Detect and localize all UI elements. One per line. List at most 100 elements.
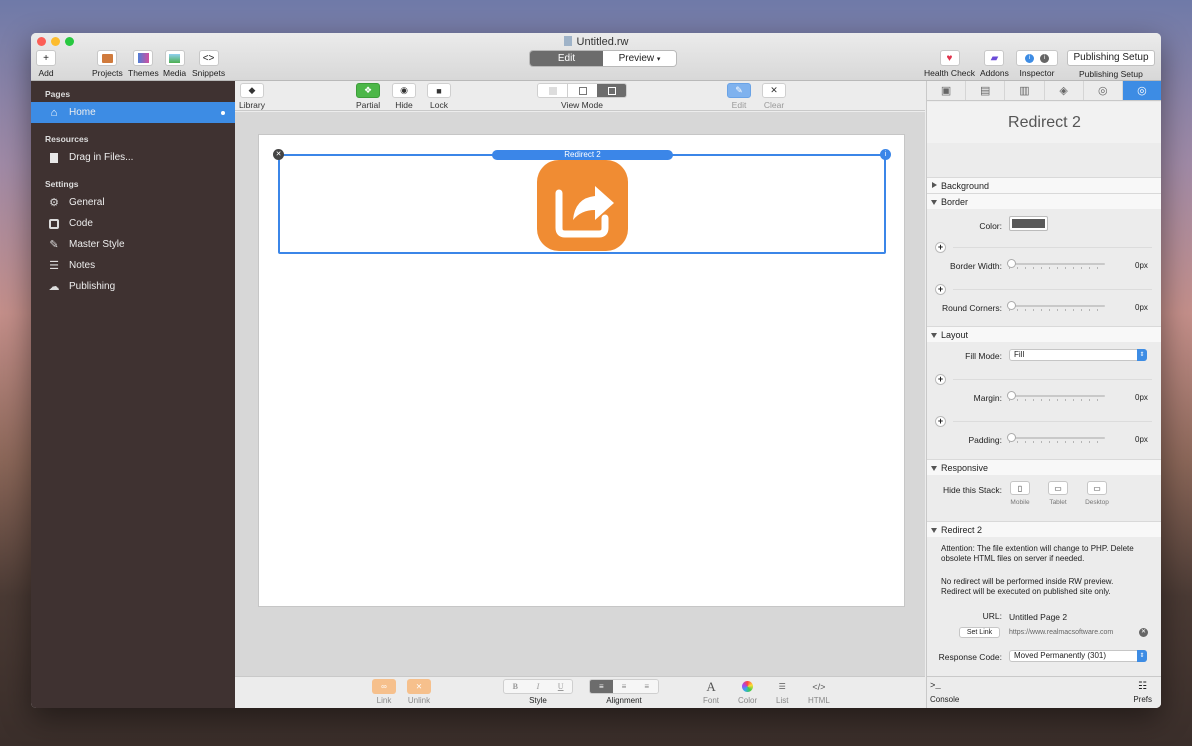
tab-page-icon[interactable]: ▤: [966, 81, 1006, 100]
addons-button[interactable]: ▰ Addons: [980, 50, 1009, 78]
lock-button[interactable]: ■ Lock: [427, 83, 451, 110]
url-value: Untitled Page 2: [1009, 612, 1068, 622]
color-label: Color:: [979, 221, 1002, 231]
redirect-stack[interactable]: Redirect 2 ✕ i: [273, 149, 891, 254]
prefs-label: Prefs: [1133, 695, 1152, 704]
inspector-button[interactable]: i i Inspector: [1015, 50, 1059, 78]
sidebar-item-home[interactable]: ⌂ Home: [31, 102, 235, 123]
page-preview: Redirect 2 ✕ i: [258, 134, 905, 607]
sidebar-item-notes[interactable]: ☰ Notes: [31, 255, 235, 276]
hide-label: Hide: [395, 100, 413, 110]
padding-slider[interactable]: [1007, 433, 1105, 444]
hide-button[interactable]: ◉ Hide: [392, 83, 416, 110]
align-left-icon: ≡: [599, 682, 604, 691]
clear-link-icon[interactable]: ✕: [1139, 628, 1148, 637]
themes-button[interactable]: Themes: [128, 50, 159, 78]
plus-icon: +: [36, 50, 56, 66]
media-button[interactable]: Media: [163, 50, 186, 78]
unlink-icon: ⨯: [407, 679, 431, 694]
drag-files-item[interactable]: Drag in Files...: [31, 147, 235, 168]
heart-icon: ♥: [939, 50, 960, 66]
border-width-slider[interactable]: [1007, 259, 1105, 270]
border-color-well[interactable]: [1009, 216, 1048, 231]
mobile-button[interactable]: ▯ Mobile: [1008, 481, 1032, 506]
tablet-icon: ▭: [1048, 481, 1068, 495]
redirect-section[interactable]: Redirect 2: [927, 521, 1161, 537]
padding-value: 0px: [1135, 435, 1148, 444]
link-button[interactable]: ∞ Link: [372, 679, 396, 705]
clear-button[interactable]: ✕ Clear: [762, 83, 786, 110]
prefs-button[interactable]: ☷ Prefs: [1133, 681, 1152, 704]
tab-stack-settings-icon[interactable]: ◎: [1122, 81, 1161, 100]
font-glyph: A: [706, 678, 716, 694]
add-margin-button[interactable]: +: [935, 374, 946, 385]
sidebar-item-master-style[interactable]: ✎ Master Style: [31, 234, 235, 255]
align-right-icon: ≡: [644, 682, 650, 691]
partial-button[interactable]: ❖ Partial: [356, 83, 380, 110]
no-redirect-text: No redirect will be performed inside RW …: [941, 577, 1114, 586]
color-button[interactable]: Color: [738, 679, 757, 705]
tab-layout-icon[interactable]: ▥: [1005, 81, 1045, 100]
align-right-button[interactable]: ≡: [635, 680, 658, 693]
snippets-button[interactable]: <> Snippets: [192, 50, 225, 78]
align-left-button[interactable]: ≡: [590, 680, 613, 693]
app-window: Untitled.rw + Add Projects Themes Media <…: [31, 33, 1161, 708]
device-buttons: ▯ Mobile ▭ Tablet ▭ Desktop: [927, 481, 1161, 511]
addons-icon: ▰: [984, 50, 1005, 66]
edit-button[interactable]: ✎ Edit: [727, 83, 751, 110]
publishing-setup-label: Publishing Setup: [1079, 69, 1143, 79]
round-corners-slider[interactable]: [1007, 301, 1105, 312]
info-icon[interactable]: i: [880, 149, 891, 160]
library-button[interactable]: ◆ Library: [239, 83, 265, 110]
themes-icon: [133, 50, 154, 66]
desktop-button[interactable]: ▭ Desktop: [1083, 481, 1111, 506]
console-button[interactable]: >_ Console: [930, 681, 959, 704]
eye-icon: ◉: [392, 83, 416, 98]
list-button[interactable]: ☰ List: [776, 679, 788, 705]
edit-mode-tab[interactable]: Edit: [530, 51, 603, 66]
home-icon: ⌂: [50, 106, 58, 119]
view-mode-3-button[interactable]: [597, 84, 626, 97]
mobile-label: Mobile: [1010, 499, 1030, 506]
align-center-button[interactable]: ≡: [612, 680, 636, 693]
sidebar-item-publishing[interactable]: ☁ Publishing: [31, 276, 235, 297]
sidebar-item-general[interactable]: ⚙ General: [31, 192, 235, 213]
health-check-button[interactable]: ♥ Health Check: [924, 50, 975, 78]
delete-stack-icon[interactable]: ✕: [273, 149, 284, 160]
settings-header: Settings: [45, 179, 79, 189]
snippets-label: Snippets: [192, 68, 226, 78]
margin-slider[interactable]: [1007, 391, 1105, 402]
responsive-section[interactable]: Responsive: [927, 459, 1161, 475]
add-corner-button[interactable]: +: [935, 284, 946, 295]
preview-mode-tab[interactable]: Preview ▾: [603, 51, 676, 66]
italic-button[interactable]: I: [527, 680, 550, 693]
canvas: Redirect 2 ✕ i: [235, 112, 925, 676]
font-button[interactable]: A Font: [703, 678, 719, 706]
html-button[interactable]: </> HTML: [808, 679, 830, 706]
tab-link-icon[interactable]: ◈: [1045, 81, 1084, 100]
set-link-button[interactable]: Set Link: [959, 627, 1000, 638]
unlink-button[interactable]: ⨯ Unlink: [407, 679, 431, 705]
fill-mode-select[interactable]: Fill ⇕: [1009, 349, 1147, 361]
tab-shadow-icon[interactable]: ◎: [1084, 81, 1123, 100]
layout-section[interactable]: Layout: [927, 326, 1161, 342]
underline-button[interactable]: U: [549, 680, 572, 693]
view-mode-2-button[interactable]: [567, 84, 597, 97]
bold-button[interactable]: B: [504, 680, 527, 693]
sidebar-item-code[interactable]: Code: [31, 213, 235, 234]
add-border-button[interactable]: +: [935, 242, 946, 253]
border-section[interactable]: Border: [927, 193, 1161, 209]
projects-button[interactable]: Projects: [92, 50, 123, 78]
desktop-icon: ▭: [1087, 481, 1107, 495]
add-padding-button[interactable]: +: [935, 416, 946, 427]
border-width-value: 0px: [1135, 261, 1148, 270]
tab-general-icon[interactable]: ▣: [927, 81, 967, 100]
publishing-setup-button[interactable]: Publishing Setup: [1067, 50, 1155, 66]
redirect-exec-text: Redirect will be executed on published s…: [941, 587, 1111, 596]
page-dot-icon: [221, 110, 225, 115]
tablet-button[interactable]: ▭ Tablet: [1045, 481, 1071, 506]
view-mode-1-button[interactable]: [538, 84, 567, 97]
background-section[interactable]: Background: [927, 177, 1161, 193]
add-button[interactable]: + Add: [36, 50, 56, 78]
response-code-select[interactable]: Moved Permanently (301) ⇕: [1009, 650, 1147, 662]
